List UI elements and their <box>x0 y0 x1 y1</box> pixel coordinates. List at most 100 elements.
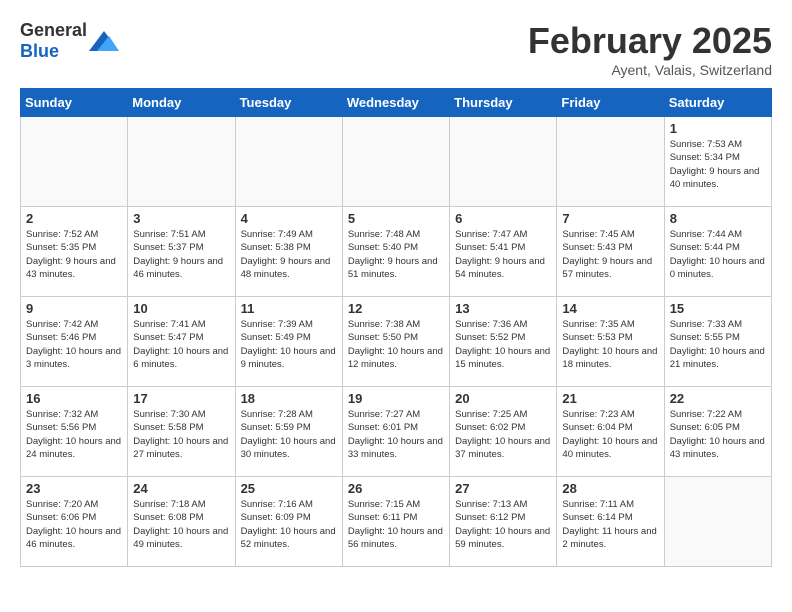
logo-general: General <box>20 20 87 40</box>
day-of-week-header: Thursday <box>450 89 557 117</box>
day-number: 23 <box>26 481 122 496</box>
day-info: Sunrise: 7:30 AM Sunset: 5:58 PM Dayligh… <box>133 408 229 461</box>
day-info: Sunrise: 7:49 AM Sunset: 5:38 PM Dayligh… <box>241 228 337 281</box>
day-number: 16 <box>26 391 122 406</box>
calendar-cell <box>235 117 342 207</box>
location-subtitle: Ayent, Valais, Switzerland <box>528 62 772 78</box>
day-of-week-header: Tuesday <box>235 89 342 117</box>
day-info: Sunrise: 7:13 AM Sunset: 6:12 PM Dayligh… <box>455 498 551 551</box>
day-number: 18 <box>241 391 337 406</box>
logo-blue: Blue <box>20 41 59 61</box>
month-year-title: February 2025 <box>528 20 772 62</box>
calendar-cell: 1 Sunrise: 7:53 AM Sunset: 5:34 PM Daylig… <box>664 117 771 207</box>
calendar-cell: 7 Sunrise: 7:45 AM Sunset: 5:43 PM Daylig… <box>557 207 664 297</box>
day-number: 1 <box>670 121 766 136</box>
logo: General Blue <box>20 20 119 62</box>
day-number: 20 <box>455 391 551 406</box>
calendar-header: SundayMondayTuesdayWednesdayThursdayFrid… <box>21 89 772 117</box>
calendar-cell: 23 Sunrise: 7:20 AM Sunset: 6:06 PM Dayli… <box>21 477 128 567</box>
days-of-week-row: SundayMondayTuesdayWednesdayThursdayFrid… <box>21 89 772 117</box>
calendar-cell: 22 Sunrise: 7:22 AM Sunset: 6:05 PM Dayli… <box>664 387 771 477</box>
day-number: 19 <box>348 391 444 406</box>
day-info: Sunrise: 7:18 AM Sunset: 6:08 PM Dayligh… <box>133 498 229 551</box>
calendar-week-row: 23 Sunrise: 7:20 AM Sunset: 6:06 PM Dayli… <box>21 477 772 567</box>
calendar-cell: 18 Sunrise: 7:28 AM Sunset: 5:59 PM Dayli… <box>235 387 342 477</box>
day-number: 28 <box>562 481 658 496</box>
day-number: 13 <box>455 301 551 316</box>
day-of-week-header: Monday <box>128 89 235 117</box>
calendar-cell <box>664 477 771 567</box>
calendar-week-row: 9 Sunrise: 7:42 AM Sunset: 5:46 PM Daylig… <box>21 297 772 387</box>
day-number: 15 <box>670 301 766 316</box>
calendar-cell: 3 Sunrise: 7:51 AM Sunset: 5:37 PM Daylig… <box>128 207 235 297</box>
calendar-cell: 25Sunrise: 7:16 AM Sunset: 6:09 PM Dayli… <box>235 477 342 567</box>
day-number: 6 <box>455 211 551 226</box>
calendar-cell: 13 Sunrise: 7:36 AM Sunset: 5:52 PM Dayli… <box>450 297 557 387</box>
calendar-week-row: 2 Sunrise: 7:52 AM Sunset: 5:35 PM Daylig… <box>21 207 772 297</box>
day-of-week-header: Wednesday <box>342 89 449 117</box>
day-number: 2 <box>26 211 122 226</box>
day-info: Sunrise: 7:41 AM Sunset: 5:47 PM Dayligh… <box>133 318 229 371</box>
day-info: Sunrise: 7:47 AM Sunset: 5:41 PM Dayligh… <box>455 228 551 281</box>
calendar-cell: 24 Sunrise: 7:18 AM Sunset: 6:08 PM Dayli… <box>128 477 235 567</box>
calendar-cell <box>557 117 664 207</box>
calendar-cell <box>21 117 128 207</box>
calendar-cell: 9 Sunrise: 7:42 AM Sunset: 5:46 PM Daylig… <box>21 297 128 387</box>
day-number: 11 <box>241 301 337 316</box>
day-info: Sunrise: 7:23 AM Sunset: 6:04 PM Dayligh… <box>562 408 658 461</box>
day-info: Sunrise: 7:20 AM Sunset: 6:06 PM Dayligh… <box>26 498 122 551</box>
logo-text: General Blue <box>20 20 87 62</box>
day-info: Sunrise: 7:45 AM Sunset: 5:43 PM Dayligh… <box>562 228 658 281</box>
day-info: Sunrise: 7:42 AM Sunset: 5:46 PM Dayligh… <box>26 318 122 371</box>
calendar-cell: 27Sunrise: 7:13 AM Sunset: 6:12 PM Dayli… <box>450 477 557 567</box>
day-number: 5 <box>348 211 444 226</box>
day-number: 21 <box>562 391 658 406</box>
calendar-cell: 10Sunrise: 7:41 AM Sunset: 5:47 PM Dayli… <box>128 297 235 387</box>
day-number: 12 <box>348 301 444 316</box>
calendar-cell: 11 Sunrise: 7:39 AM Sunset: 5:49 PM Dayli… <box>235 297 342 387</box>
day-info: Sunrise: 7:35 AM Sunset: 5:53 PM Dayligh… <box>562 318 658 371</box>
day-number: 7 <box>562 211 658 226</box>
day-info: Sunrise: 7:51 AM Sunset: 5:37 PM Dayligh… <box>133 228 229 281</box>
calendar-cell: 28 Sunrise: 7:11 AM Sunset: 6:14 PM Dayli… <box>557 477 664 567</box>
day-info: Sunrise: 7:38 AM Sunset: 5:50 PM Dayligh… <box>348 318 444 371</box>
day-info: Sunrise: 7:22 AM Sunset: 6:05 PM Dayligh… <box>670 408 766 461</box>
day-info: Sunrise: 7:39 AM Sunset: 5:49 PM Dayligh… <box>241 318 337 371</box>
day-info: Sunrise: 7:15 AM Sunset: 6:11 PM Dayligh… <box>348 498 444 551</box>
calendar-cell: 8Sunrise: 7:44 AM Sunset: 5:44 PM Daylig… <box>664 207 771 297</box>
day-info: Sunrise: 7:36 AM Sunset: 5:52 PM Dayligh… <box>455 318 551 371</box>
calendar-cell: 14Sunrise: 7:35 AM Sunset: 5:53 PM Dayli… <box>557 297 664 387</box>
day-info: Sunrise: 7:53 AM Sunset: 5:34 PM Dayligh… <box>670 138 766 191</box>
day-number: 17 <box>133 391 229 406</box>
calendar-cell: 6 Sunrise: 7:47 AM Sunset: 5:41 PM Daylig… <box>450 207 557 297</box>
logo-icon <box>89 31 119 51</box>
day-info: Sunrise: 7:27 AM Sunset: 6:01 PM Dayligh… <box>348 408 444 461</box>
calendar-cell: 15Sunrise: 7:33 AM Sunset: 5:55 PM Dayli… <box>664 297 771 387</box>
calendar-cell <box>128 117 235 207</box>
calendar-week-row: 16 Sunrise: 7:32 AM Sunset: 5:56 PM Dayli… <box>21 387 772 477</box>
calendar-cell <box>450 117 557 207</box>
calendar-cell: 19 Sunrise: 7:27 AM Sunset: 6:01 PM Dayli… <box>342 387 449 477</box>
day-info: Sunrise: 7:44 AM Sunset: 5:44 PM Dayligh… <box>670 228 766 281</box>
day-info: Sunrise: 7:52 AM Sunset: 5:35 PM Dayligh… <box>26 228 122 281</box>
day-number: 4 <box>241 211 337 226</box>
calendar-cell: 5 Sunrise: 7:48 AM Sunset: 5:40 PM Daylig… <box>342 207 449 297</box>
day-info: Sunrise: 7:48 AM Sunset: 5:40 PM Dayligh… <box>348 228 444 281</box>
day-number: 3 <box>133 211 229 226</box>
day-of-week-header: Saturday <box>664 89 771 117</box>
day-info: Sunrise: 7:25 AM Sunset: 6:02 PM Dayligh… <box>455 408 551 461</box>
calendar-cell: 16 Sunrise: 7:32 AM Sunset: 5:56 PM Dayli… <box>21 387 128 477</box>
calendar-table: SundayMondayTuesdayWednesdayThursdayFrid… <box>20 88 772 567</box>
day-number: 24 <box>133 481 229 496</box>
day-number: 22 <box>670 391 766 406</box>
title-area: February 2025 Ayent, Valais, Switzerland <box>528 20 772 78</box>
day-number: 9 <box>26 301 122 316</box>
day-info: Sunrise: 7:28 AM Sunset: 5:59 PM Dayligh… <box>241 408 337 461</box>
calendar-cell: 21 Sunrise: 7:23 AM Sunset: 6:04 PM Dayli… <box>557 387 664 477</box>
day-info: Sunrise: 7:32 AM Sunset: 5:56 PM Dayligh… <box>26 408 122 461</box>
calendar-cell: 17 Sunrise: 7:30 AM Sunset: 5:58 PM Dayli… <box>128 387 235 477</box>
day-number: 25 <box>241 481 337 496</box>
header: General Blue February 2025 Ayent, Valais… <box>20 20 772 78</box>
calendar-cell: 4 Sunrise: 7:49 AM Sunset: 5:38 PM Daylig… <box>235 207 342 297</box>
day-info: Sunrise: 7:11 AM Sunset: 6:14 PM Dayligh… <box>562 498 658 551</box>
